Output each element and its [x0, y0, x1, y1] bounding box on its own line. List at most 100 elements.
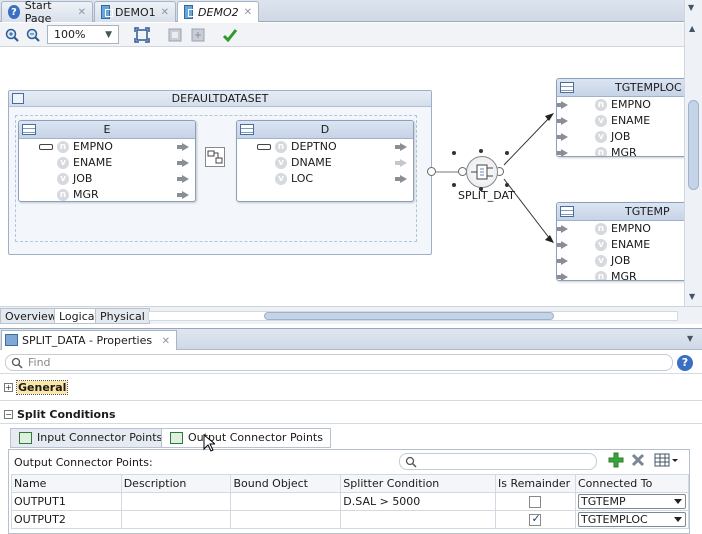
attribute-empno[interactable]: n EMPNO	[19, 139, 195, 155]
tab-demo1[interactable]: DEMO1 ✕	[94, 1, 176, 22]
scroll-thumb[interactable]	[264, 312, 554, 320]
validate-button[interactable]	[221, 26, 239, 44]
attribute-dname[interactable]: v DNAME	[237, 155, 413, 171]
zoom-out-button[interactable]	[24, 26, 42, 44]
tab-output-connector-points[interactable]: Output Connector Points	[161, 428, 331, 448]
find-input[interactable]: Find	[5, 354, 673, 371]
tab-label: DEMO1	[115, 5, 156, 19]
is-remainder-checkbox[interactable]	[529, 512, 542, 526]
table-row[interactable]: OUTPUT1 D.SAL > 5000 TGTEMP	[11, 492, 690, 511]
attribute-empno[interactable]: n EMPNO	[557, 221, 684, 237]
delete-button[interactable]	[630, 452, 646, 471]
selection-handle[interactable]	[505, 151, 509, 155]
connected-to-select[interactable]: TGTEMP	[577, 494, 686, 509]
fit-to-window-button[interactable]	[133, 26, 151, 44]
attribute-ename[interactable]: v ENAME	[557, 113, 684, 129]
column-header-is-remainder[interactable]: Is Remainder	[495, 474, 576, 493]
attribute-ename[interactable]: v ENAME	[557, 237, 684, 253]
cell-description[interactable]	[120, 510, 232, 529]
tab-start-page[interactable]: ? Start Page ✕	[1, 0, 93, 25]
attribute-job[interactable]: v JOB	[19, 171, 195, 187]
column-header-connected-to[interactable]: Connected To	[574, 474, 690, 493]
attribute-mgr[interactable]: n MGR	[557, 145, 684, 156]
selection-handle[interactable]	[452, 151, 456, 155]
attribute-ename[interactable]: v ENAME	[19, 155, 195, 171]
output-arrow-icon[interactable]	[395, 143, 407, 151]
input-port[interactable]	[427, 167, 436, 176]
mapping-canvas[interactable]: DEFAULTDATASET E n EMPNO v ENAME v JOB n MGR…	[0, 48, 684, 306]
tab-input-connector-points[interactable]: Input Connector Points	[10, 428, 171, 448]
canvas-vertical-scrollbar[interactable]: ▼ ▲ ▼	[684, 0, 702, 306]
zoom-in-button[interactable]	[3, 26, 21, 44]
attribute-job[interactable]: v JOB	[557, 253, 684, 269]
is-remainder-checkbox[interactable]	[529, 495, 542, 508]
help-icon[interactable]: ?	[677, 355, 693, 371]
general-section-toggle[interactable]: + General	[4, 380, 69, 395]
scroll-up-icon[interactable]: ▲	[689, 24, 695, 33]
entity-e[interactable]: E n EMPNO v ENAME v JOB n MGR	[18, 120, 196, 202]
panel-menu-icon[interactable]: ▼	[688, 3, 694, 12]
column-header-name[interactable]: Name	[11, 474, 122, 493]
output-arrow-icon[interactable]	[177, 191, 189, 199]
column-header-splitter-condition[interactable]: Splitter Condition	[340, 474, 496, 493]
output-arrow-icon[interactable]	[177, 175, 189, 183]
selection-handle[interactable]	[479, 149, 483, 153]
collapse-icon: −	[4, 410, 13, 419]
entity-tgtemp-header[interactable]: TGTEMP	[557, 203, 684, 221]
canvas-horizontal-scrollbar[interactable]	[148, 311, 678, 321]
cell-description[interactable]	[120, 492, 232, 511]
cell-splitter-condition[interactable]	[340, 510, 496, 529]
output-arrow-icon[interactable]	[395, 159, 407, 167]
cell-connected-to: TGTEMP	[574, 492, 690, 511]
output-arrow-icon[interactable]	[395, 175, 407, 183]
output-arrow-icon[interactable]	[177, 143, 189, 151]
selection-handle[interactable]	[452, 183, 456, 187]
entity-e-header[interactable]: E	[19, 121, 195, 139]
close-icon[interactable]: ✕	[161, 7, 169, 18]
cell-splitter-condition[interactable]: D.SAL > 5000	[340, 492, 496, 511]
panel-menu-icon[interactable]: ▼	[687, 334, 693, 343]
entity-tgtemploc[interactable]: TGTEMPLOC n EMPNO v ENAME v JOB n MGR	[556, 78, 684, 157]
scroll-thumb[interactable]	[688, 100, 699, 190]
attribute-mgr[interactable]: n MGR	[19, 187, 195, 201]
split-conditions-toggle[interactable]: − Split Conditions	[4, 408, 116, 421]
properties-tab[interactable]: SPLIT_DATA - Properties ✕	[1, 330, 177, 350]
add-button[interactable]	[608, 452, 624, 471]
entity-tgtemp[interactable]: TGTEMP n EMPNO v ENAME v JOB n MGR	[556, 202, 684, 281]
close-icon[interactable]: ✕	[244, 7, 252, 18]
attribute-name: ENAME	[73, 156, 113, 169]
entity-d[interactable]: D n DEPTNO v DNAME v LOC	[236, 120, 414, 202]
column-header-bound-object[interactable]: Bound Object	[230, 474, 342, 493]
output-search-input[interactable]	[399, 453, 597, 470]
layout-button[interactable]	[166, 26, 184, 44]
attribute-empno[interactable]: n EMPNO	[557, 97, 684, 113]
entity-tgtemploc-header[interactable]: TGTEMPLOC	[557, 79, 684, 97]
connected-to-select[interactable]: TGTEMPLOC	[577, 512, 686, 527]
table-row[interactable]: OUTPUT2 TGTEMPLOC	[11, 510, 690, 529]
column-header-description[interactable]: Description	[120, 474, 232, 493]
column-options-button[interactable]	[654, 453, 678, 470]
cell-name[interactable]: OUTPUT1	[11, 492, 122, 511]
dataset-container[interactable]: DEFAULTDATASET E n EMPNO v ENAME v JOB n MGR…	[8, 90, 432, 255]
auto-arrange-button[interactable]	[189, 26, 207, 44]
split-component[interactable]	[466, 156, 498, 188]
join-component[interactable]	[205, 147, 225, 167]
numeric-type-icon: n	[595, 271, 607, 280]
close-icon[interactable]: ✕	[162, 336, 170, 347]
tab-demo2[interactable]: DEMO2 ✕	[177, 1, 259, 22]
tab-physical[interactable]: Physical	[95, 308, 150, 324]
attribute-loc[interactable]: v LOC	[237, 171, 413, 187]
zoom-level-select[interactable]: 100% ▼	[47, 25, 119, 44]
cell-name[interactable]: OUTPUT2	[11, 510, 122, 529]
output-arrow-icon[interactable]	[177, 159, 189, 167]
attribute-deptno[interactable]: n DEPTNO	[237, 139, 413, 155]
attribute-job[interactable]: v JOB	[557, 129, 684, 145]
cell-bound-object[interactable]	[230, 510, 342, 529]
entity-d-header[interactable]: D	[237, 121, 413, 139]
tab-overview[interactable]: Overview	[0, 308, 62, 324]
selection-handle[interactable]	[505, 183, 509, 187]
attribute-mgr[interactable]: n MGR	[557, 269, 684, 280]
scroll-down-icon[interactable]: ▼	[689, 292, 695, 301]
cell-bound-object[interactable]	[230, 492, 342, 511]
close-icon[interactable]: ✕	[78, 7, 86, 18]
